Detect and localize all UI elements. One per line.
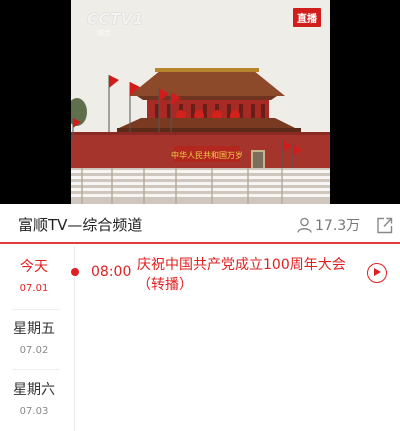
day-tab-saturday[interactable]: 星期六 07.03 [0,379,68,417]
day-list: 今天 07.01 星期五 07.02 星期六 07.03 [0,246,68,431]
day-date: 07.02 [19,345,49,356]
channel-header: 富顺TV—综合频道 17.3万 [0,204,400,244]
divider [12,369,60,370]
channel-logo: CCTV1 [87,10,144,28]
viewer-count: 17.3万 [315,218,361,234]
video-frame[interactable]: 中华人民共和国万岁 CCTV1 综合 直播 [71,0,330,204]
timeline-dot [71,268,79,276]
person-icon [297,217,312,233]
channel-title: 富顺TV—综合频道 [18,216,143,234]
play-icon[interactable] [367,263,387,283]
day-date: 07.01 [19,283,49,294]
video-player[interactable]: 中华人民共和国万岁 CCTV1 综合 直播 [0,0,400,204]
day-name: 星期五 [13,321,55,337]
day-name: 今天 [20,259,48,275]
day-tab-friday[interactable]: 星期五 07.02 [0,318,68,356]
program-title: 庆祝中国共产党成立100周年大会（转播） [137,257,346,293]
divider [12,309,60,310]
day-name: 星期六 [13,382,55,398]
day-date: 07.03 [19,406,49,417]
share-icon[interactable] [376,217,393,234]
gate-banner: 中华人民共和国万岁 [171,150,243,160]
channel-logo-sub: 综合 [97,29,111,37]
live-badge: 直播 [293,8,321,27]
day-tab-today[interactable]: 今天 07.01 [0,256,68,294]
program-time: 08:00 [91,264,132,280]
